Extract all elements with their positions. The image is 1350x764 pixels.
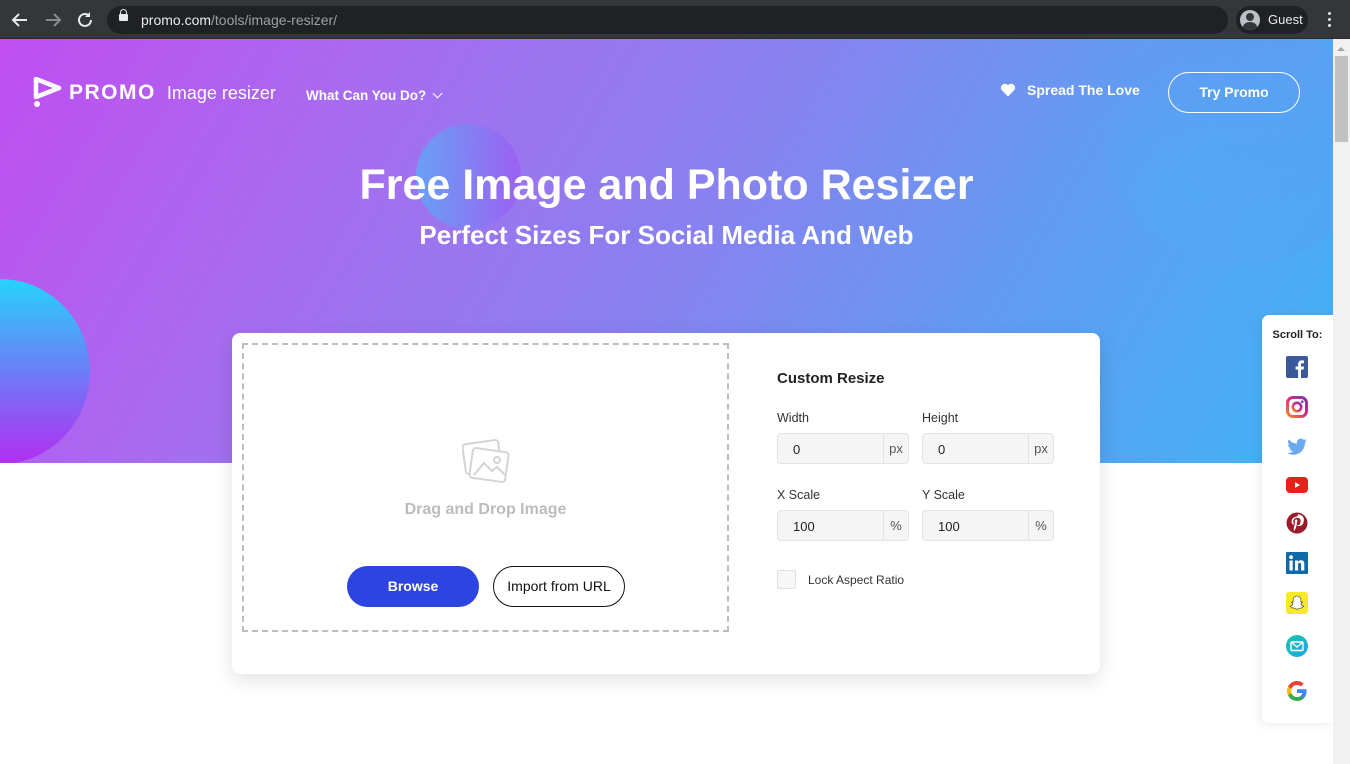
lock-aspect-ratio-label[interactable]: Lock Aspect Ratio [808, 573, 904, 587]
height-label: Height [922, 411, 959, 425]
x-scale-value: 100 [793, 519, 815, 534]
image-placeholder-icon [462, 439, 510, 483]
forward-arrow-icon[interactable] [42, 9, 64, 31]
height-value: 0 [938, 442, 946, 457]
url-text: promo.com/tools/image-resizer/ [141, 12, 337, 28]
twitter-icon[interactable] [1286, 436, 1308, 458]
height-input[interactable]: 0 px [922, 433, 1054, 464]
scroll-to-sidebar: Scroll To: [1262, 315, 1333, 723]
page-scrollbar[interactable] [1333, 39, 1350, 764]
google-icon[interactable] [1286, 680, 1308, 702]
image-dropzone[interactable]: Drag and Drop Image Browse Import from U… [242, 343, 729, 632]
y-scale-input[interactable]: 100 % [922, 510, 1054, 541]
width-input[interactable]: 0 px [777, 433, 909, 464]
lock-aspect-ratio-checkbox[interactable] [777, 570, 796, 589]
scrollbar-thumb[interactable] [1335, 56, 1348, 142]
address-bar[interactable]: promo.com/tools/image-resizer/ [107, 6, 1228, 34]
what-can-you-do-menu[interactable]: What Can You Do? [306, 88, 443, 103]
url-host: promo.com [141, 12, 212, 28]
product-name: Image resizer [166, 82, 276, 103]
profile-avatar-icon [1240, 10, 1260, 30]
back-arrow-icon[interactable] [9, 9, 31, 31]
spread-the-love-link[interactable]: Spread The Love [1000, 82, 1140, 98]
spread-label: Spread The Love [1027, 82, 1140, 98]
more-vert-icon[interactable] [1322, 10, 1336, 30]
linkedin-icon[interactable] [1286, 552, 1308, 574]
reload-icon[interactable] [74, 9, 96, 31]
email-icon[interactable] [1286, 635, 1308, 657]
scroll-to-title: Scroll To: [1272, 329, 1323, 341]
browser-toolbar: promo.com/tools/image-resizer/ Guest [0, 0, 1350, 39]
promo-logo-icon [33, 77, 62, 107]
url-path: /tools/image-resizer/ [211, 12, 338, 28]
try-promo-button[interactable]: Try Promo [1168, 72, 1300, 113]
y-scale-value: 100 [938, 519, 960, 534]
width-label: Width [777, 411, 809, 425]
y-scale-unit: % [1028, 511, 1053, 540]
profile-button[interactable]: Guest [1236, 6, 1308, 34]
resizer-card: Drag and Drop Image Browse Import from U… [232, 333, 1100, 674]
x-scale-input[interactable]: 100 % [777, 510, 909, 541]
page-content: PROMO Image resizer What Can You Do? Spr… [0, 39, 1333, 764]
page-subtitle: Perfect Sizes For Social Media And Web [419, 220, 914, 250]
dropzone-text: Drag and Drop Image [404, 501, 567, 518]
decorative-circle [0, 279, 90, 463]
x-scale-label: X Scale [777, 488, 821, 502]
x-scale-unit: % [883, 511, 908, 540]
logo-text: PROMO [69, 81, 156, 104]
page-title: Free Image and Photo Resizer [359, 161, 974, 209]
instagram-icon[interactable] [1286, 396, 1308, 418]
custom-resize-title: Custom Resize [777, 370, 885, 387]
height-unit: px [1028, 434, 1053, 463]
lock-icon [119, 9, 128, 21]
pinterest-icon[interactable] [1286, 512, 1308, 534]
y-scale-label: Y Scale [922, 488, 965, 502]
youtube-icon[interactable] [1286, 474, 1308, 496]
chevron-down-icon [432, 88, 443, 99]
snapchat-icon[interactable] [1286, 592, 1308, 614]
profile-name: Guest [1268, 12, 1303, 27]
width-value: 0 [793, 442, 801, 457]
promo-logo[interactable]: PROMO Image resizer [31, 77, 276, 109]
heart-icon [1000, 83, 1016, 97]
width-unit: px [883, 434, 908, 463]
nav-menu-label: What Can You Do? [306, 88, 427, 103]
browse-button[interactable]: Browse [347, 566, 479, 607]
scroll-up-arrow-icon[interactable] [1337, 47, 1345, 51]
facebook-icon[interactable] [1286, 356, 1308, 378]
import-from-url-button[interactable]: Import from URL [493, 566, 625, 607]
